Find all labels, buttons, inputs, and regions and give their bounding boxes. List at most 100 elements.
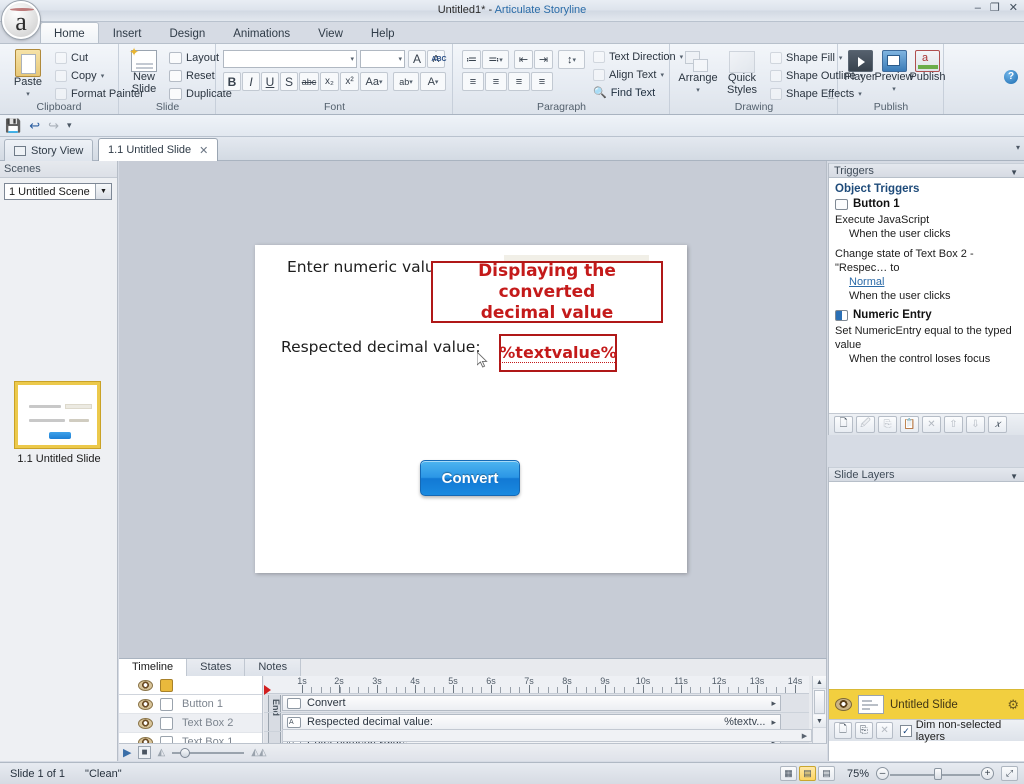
change-case-dropdown-icon[interactable]: ▾ [379,78,383,86]
manage-variables-button[interactable]: 𝑥 [988,416,1007,433]
convert-button[interactable]: Convert [420,460,520,496]
font-size-dropdown-icon[interactable]: ▾ [398,55,402,63]
restore-icon[interactable]: ❐ [990,3,1000,14]
strikethrough-button[interactable]: abc [299,72,319,91]
align-text-button[interactable]: Align Text ▾ [590,66,667,83]
new-trigger-button[interactable]: 🗋 [834,416,853,433]
timeline-vertical-scrollbar[interactable]: ▲ ▼ [812,676,826,750]
copy-dropdown-icon[interactable]: ▾ [101,72,105,80]
paste-dropdown-icon[interactable]: ▾ [26,89,30,101]
scroll-down-icon[interactable]: ▼ [813,715,826,728]
delete-trigger-button[interactable]: ✕ [922,416,941,433]
view-grid-button[interactable]: ▦ [779,766,797,781]
quick-styles-button[interactable]: Quick Styles [721,51,763,96]
help-icon[interactable]: ? [1004,70,1018,84]
timeline-bar[interactable]: Convert ▸ [282,695,781,711]
move-up-trigger-button[interactable]: ⇧ [944,416,963,433]
drawing-dialog-launcher[interactable]: ◺ [828,91,834,100]
layer-visibility-eye-icon[interactable] [835,698,852,711]
copy-button[interactable]: Copy ▾ [52,67,107,84]
change-case-button[interactable]: Aa ▾ [360,72,388,91]
arrange-button[interactable]: Arrange ▾ [677,51,719,96]
view-tabs-overflow-icon[interactable]: ▾ [1016,143,1020,152]
tab-close-icon[interactable]: ✕ [199,144,208,157]
bold-button[interactable]: B [223,72,241,91]
stop-icon[interactable]: ■ [138,746,151,759]
timeline-row-button-1[interactable]: Button 1 [119,695,262,714]
trigger-state-link[interactable]: Normal [835,275,1018,289]
justify-button[interactable]: ≡ [531,72,553,91]
new-layer-button[interactable]: 🗋 [834,722,852,739]
slide-thumbnail[interactable] [15,382,100,448]
visibility-eye-icon[interactable] [138,718,153,729]
trigger-item-set-numeric-entry[interactable]: Set NumericEntry equal to the typed valu… [835,324,1018,366]
highlight-dropdown-icon[interactable]: ▾ [409,78,413,86]
customize-qat-icon[interactable]: ▾ [67,120,72,131]
lock-icon[interactable] [160,698,173,711]
zoom-out-button[interactable]: – [876,767,889,780]
timeline-bar-row-button-1[interactable]: Convert ▸ [264,694,809,713]
bullets-button[interactable]: ≔ [462,50,481,69]
scroll-up-icon[interactable]: ▲ [813,676,826,689]
slide-surface[interactable]: Enter numeric value: Respected decimal v… [255,245,687,573]
font-family-dropdown-icon[interactable]: ▾ [350,55,354,63]
paste-trigger-button[interactable]: 📋 [900,416,919,433]
line-spacing-button[interactable]: ↕ ▾ [558,50,585,69]
storyline-orb-button[interactable]: a [2,1,40,39]
shape-fill-button[interactable]: Shape Fill ▾ [767,49,845,66]
zoom-in-button[interactable]: + [981,767,994,780]
italic-button[interactable]: I [242,72,260,91]
font-size-select[interactable]: ▾ [360,50,405,68]
timeline-bar-menu-icon[interactable]: ▸ [771,717,776,728]
font-color-dropdown-icon[interactable]: ▾ [435,78,439,86]
timeline-bar-menu-icon[interactable]: ▸ [771,698,776,709]
trigger-item-change-state[interactable]: Change state of Text Box 2 - "Respec… to… [835,247,1018,303]
tab-states[interactable]: States [187,659,246,676]
ribbon-tab-home[interactable]: Home [40,22,99,44]
superscript-button[interactable]: x² [340,72,359,91]
minimize-icon[interactable]: – [975,3,981,14]
save-icon[interactable]: 💾 [5,118,21,134]
text-shadow-button[interactable]: S [280,72,298,91]
cut-button[interactable]: Cut [52,49,91,66]
play-icon[interactable]: ▶ [123,746,131,759]
callout-annotation[interactable]: Displaying the converted decimal value [431,261,663,323]
fit-to-window-button[interactable]: ⤢ [1001,766,1018,781]
preview-dropdown-icon[interactable]: ▾ [892,84,896,96]
lock-icon[interactable] [160,717,173,730]
tab-notes[interactable]: Notes [245,659,302,676]
show-all-eye-icon[interactable] [138,680,153,691]
label-respected-decimal-value[interactable]: Respected decimal value: [281,338,481,356]
decrease-indent-button[interactable]: ⇤ [514,50,533,69]
variable-reference-textbox[interactable]: %textvalue% [499,334,617,372]
triggers-panel-chevron-down-icon[interactable]: ▼ [1010,168,1018,177]
timeline-bar[interactable]: A Respected decimal value: %textv... ▸ [282,714,781,730]
scroll-right-icon[interactable]: ▶ [799,730,810,741]
timeline-ruler[interactable]: 1s 2s 3s 4s 5s 6s 7s 8s 9s 10s 11s 12s 1… [264,676,809,695]
zoom-slider[interactable]: – + [876,767,994,781]
align-text-dropdown-icon[interactable]: ▾ [661,71,665,79]
font-family-select[interactable]: ▾ [223,50,357,68]
spelling-check-button[interactable]: ABC [428,48,450,70]
ribbon-tab-animations[interactable]: Animations [219,23,304,44]
ribbon-tab-insert[interactable]: Insert [99,23,156,44]
ribbon-tab-design[interactable]: Design [155,23,219,44]
label-enter-numeric-value[interactable]: Enter numeric value: [287,258,450,276]
duplicate-layer-button[interactable]: ⎘ [854,722,873,739]
numbering-button[interactable]: ≕ ▾ [482,50,509,69]
increase-indent-button[interactable]: ⇥ [534,50,553,69]
edit-trigger-button[interactable]: 🖉 [856,416,875,433]
trigger-object-button-1[interactable]: Button 1 [835,198,1018,210]
tab-story-view[interactable]: Story View [4,139,94,161]
reset-button[interactable]: Reset [166,67,218,84]
font-color-button[interactable]: A ▾ [420,72,446,91]
paste-button[interactable]: Paste ▾ [6,49,50,100]
slide-canvas-area[interactable]: Enter numeric value: Respected decimal v… [119,161,827,658]
copy-trigger-button[interactable]: ⎘ [878,416,897,433]
view-outline-button[interactable]: ▤ [817,766,835,781]
zoom-slider-knob[interactable] [934,767,942,780]
timeline-row-text-box-2[interactable]: Text Box 2 [119,714,262,733]
view-normal-button[interactable]: ▤ [798,766,816,781]
numbering-dropdown-icon[interactable]: ▾ [499,56,503,64]
ribbon-tab-view[interactable]: View [304,23,357,44]
